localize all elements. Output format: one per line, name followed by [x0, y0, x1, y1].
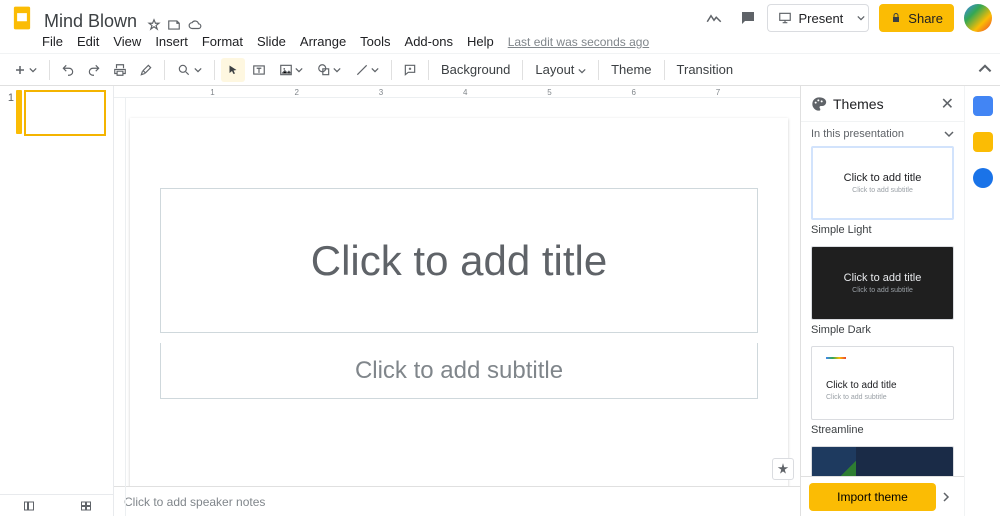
- slide-number: 1: [4, 90, 14, 136]
- print-button[interactable]: [108, 58, 132, 82]
- calendar-icon[interactable]: [973, 96, 993, 116]
- themes-icon: [811, 96, 827, 112]
- tasks-icon[interactable]: [973, 168, 993, 188]
- present-dropdown[interactable]: [853, 4, 869, 32]
- collapse-toolbar-icon[interactable]: [978, 63, 992, 77]
- doc-title[interactable]: Mind Blown: [40, 11, 141, 32]
- star-icon[interactable]: [147, 18, 161, 32]
- share-button[interactable]: Share: [879, 4, 954, 32]
- image-tool[interactable]: [273, 58, 309, 82]
- import-theme-button[interactable]: Import theme: [809, 483, 936, 511]
- theme-card-1[interactable]: Click to add titleClick to add subtitle S…: [811, 246, 954, 336]
- share-label: Share: [908, 11, 943, 26]
- lock-icon: [890, 12, 902, 24]
- speaker-notes[interactable]: Click to add speaker notes: [114, 486, 800, 516]
- menu-insert[interactable]: Insert: [155, 34, 188, 49]
- title-placeholder-text: Click to add title: [311, 237, 607, 285]
- new-slide-button[interactable]: [8, 58, 43, 82]
- theme-preview: Click to add titleClick to add subtitle: [811, 246, 954, 320]
- present-icon: [778, 11, 792, 25]
- filmstrip-view-icon[interactable]: [13, 494, 45, 516]
- menu-format[interactable]: Format: [202, 34, 243, 49]
- activity-icon[interactable]: [705, 9, 723, 27]
- menu-view[interactable]: View: [113, 34, 141, 49]
- paint-format-button[interactable]: [134, 58, 158, 82]
- last-edit-link[interactable]: Last edit was seconds ago: [508, 35, 649, 49]
- theme-preview: Click to add title: [811, 446, 954, 476]
- menu-tools[interactable]: Tools: [360, 34, 390, 49]
- slide-marker: [16, 90, 22, 134]
- comment-tool[interactable]: [398, 58, 422, 82]
- menubar: File Edit View Insert Format Slide Arran…: [0, 32, 1000, 54]
- theme-name-label: Simple Light: [811, 224, 954, 236]
- theme-button[interactable]: Theme: [605, 62, 657, 77]
- slide-canvas[interactable]: Click to add title Click to add subtitle: [130, 118, 788, 486]
- subtitle-placeholder-text: Click to add subtitle: [355, 357, 563, 385]
- shape-tool[interactable]: [311, 58, 347, 82]
- themes-panel: Themes ✕ In this presentation Click to a…: [800, 86, 964, 516]
- right-rail: [964, 86, 1000, 516]
- theme-card-2[interactable]: Click to add titleClick to add subtitle S…: [811, 346, 954, 436]
- slides-app-icon[interactable]: [8, 4, 36, 32]
- explore-button[interactable]: [772, 458, 794, 480]
- menu-file[interactable]: File: [42, 34, 63, 49]
- themes-section-toggle[interactable]: In this presentation: [801, 122, 964, 146]
- move-icon[interactable]: [167, 18, 181, 32]
- line-tool[interactable]: [349, 58, 385, 82]
- grid-view-icon[interactable]: [70, 494, 102, 516]
- keep-icon[interactable]: [973, 132, 993, 152]
- slide-thumbnail-1[interactable]: [24, 90, 106, 136]
- speaker-notes-placeholder: Click to add speaker notes: [124, 495, 265, 509]
- undo-button[interactable]: [56, 58, 80, 82]
- menu-edit[interactable]: Edit: [77, 34, 99, 49]
- select-tool[interactable]: [221, 58, 245, 82]
- menu-slide[interactable]: Slide: [257, 34, 286, 49]
- menu-addons[interactable]: Add-ons: [405, 34, 453, 49]
- comments-icon[interactable]: [739, 9, 757, 27]
- transition-button[interactable]: Transition: [671, 62, 740, 77]
- theme-card-3[interactable]: Click to add titleFocus: [811, 446, 954, 476]
- subtitle-placeholder-box[interactable]: Click to add subtitle: [160, 343, 758, 399]
- present-button[interactable]: Present: [767, 4, 853, 32]
- themes-panel-title: Themes: [833, 96, 884, 112]
- theme-preview: Click to add titleClick to add subtitle: [811, 146, 954, 220]
- theme-name-label: Streamline: [811, 424, 954, 436]
- vertical-ruler: [114, 98, 126, 516]
- theme-preview: Click to add titleClick to add subtitle: [811, 346, 954, 420]
- zoom-button[interactable]: [171, 58, 208, 82]
- chevron-down-icon: [944, 129, 954, 139]
- cloud-saved-icon[interactable]: [187, 18, 203, 32]
- menu-arrange[interactable]: Arrange: [300, 34, 346, 49]
- side-panel-expand-icon[interactable]: [936, 492, 956, 502]
- account-avatar[interactable]: [964, 4, 992, 32]
- background-button[interactable]: Background: [435, 62, 516, 77]
- theme-name-label: Simple Dark: [811, 324, 954, 336]
- theme-card-0[interactable]: Click to add titleClick to add subtitle S…: [811, 146, 954, 236]
- horizontal-ruler: 1234567: [114, 86, 800, 98]
- layout-button[interactable]: Layout: [529, 62, 592, 77]
- redo-button[interactable]: [82, 58, 106, 82]
- title-placeholder-box[interactable]: Click to add title: [160, 188, 758, 333]
- close-themes-icon[interactable]: ✕: [941, 94, 954, 114]
- present-label: Present: [798, 11, 843, 26]
- textbox-tool[interactable]: [247, 58, 271, 82]
- filmstrip: 1: [0, 86, 114, 516]
- menu-help[interactable]: Help: [467, 34, 494, 49]
